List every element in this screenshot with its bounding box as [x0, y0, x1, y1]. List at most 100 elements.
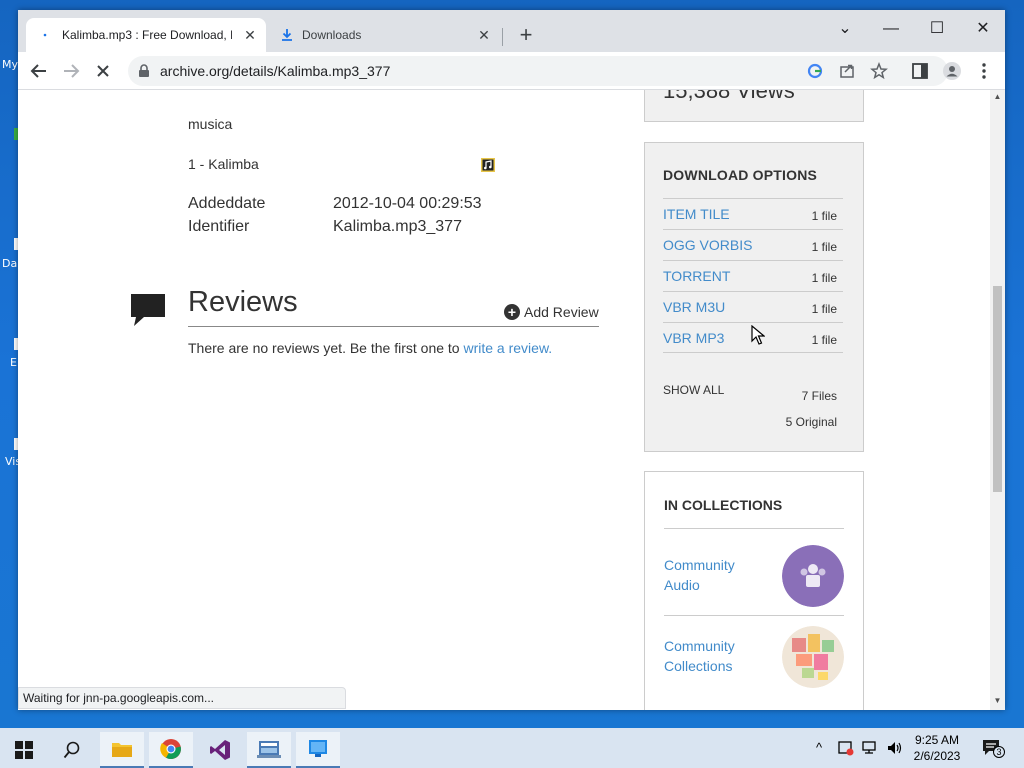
app-window-button[interactable] [296, 732, 340, 768]
status-text: Waiting for jnn-pa.googleapis.com... [23, 691, 214, 705]
collection-link-community-audio[interactable]: Community Audio [664, 555, 764, 595]
collection-name-line: Collections [664, 658, 733, 674]
download-format-link[interactable]: TORRENT [663, 268, 730, 284]
tab-title: Kalimba.mp3 : Free Download, Bo [62, 28, 232, 42]
download-option-row[interactable]: ITEM TILE 1 file [663, 198, 843, 229]
profile-avatar-icon[interactable] [942, 61, 962, 81]
search-button[interactable] [50, 732, 94, 768]
browser-toolbar: archive.org/details/Kalimba.mp3_377 [18, 52, 1005, 90]
speech-bubble-icon [131, 294, 165, 326]
arrow-right-icon [64, 64, 80, 78]
tab-kalimba[interactable]: Kalimba.mp3 : Free Download, Bo ✕ [26, 18, 266, 52]
collections-divider [664, 615, 844, 616]
tab-search-button[interactable]: ⌄ [822, 14, 868, 44]
file-explorer-button[interactable] [100, 732, 144, 768]
status-bar: Waiting for jnn-pa.googleapis.com... [18, 687, 346, 709]
clock-date: 2/6/2023 [913, 749, 961, 763]
download-format-link[interactable]: OGG VORBIS [663, 237, 752, 253]
meta-value-identifier: Kalimba.mp3_377 [333, 218, 462, 235]
app-window-button[interactable] [247, 732, 291, 768]
visual-studio-icon [210, 740, 230, 760]
arrow-left-icon [30, 64, 46, 78]
control-panel-icon [257, 741, 281, 758]
collection-link-community-collections[interactable]: Community Collections [664, 636, 764, 676]
scrollbar-thumb[interactable] [993, 286, 1002, 492]
notification-center-button[interactable]: 3 [982, 738, 1005, 758]
plus-circle-icon: + [504, 304, 520, 320]
new-tab-button[interactable]: + [514, 24, 538, 46]
desktop-icon-label[interactable]: My [2, 58, 18, 71]
scroll-down-arrow[interactable]: ▼ [993, 696, 1002, 705]
community-collections-thumbnail[interactable] [782, 626, 844, 688]
subject-text: musica [188, 116, 233, 132]
download-format-link[interactable]: VBR MP3 [663, 330, 724, 346]
original-files-count: 5 Original [785, 415, 837, 429]
collections-panel: IN COLLECTIONS Community Audio Community… [644, 471, 864, 710]
desktop-icon-label[interactable]: Da [2, 257, 17, 270]
collection-name-line: Community [664, 638, 735, 654]
side-panel-icon[interactable] [910, 61, 930, 81]
tab-strip: Kalimba.mp3 : Free Download, Bo ✕ Downlo… [18, 10, 1005, 52]
collection-name-line: Community [664, 557, 735, 573]
security-alert-icon[interactable] [838, 740, 854, 756]
audio-file-icon[interactable] [481, 158, 495, 172]
write-review-link[interactable]: write a review. [463, 340, 552, 356]
tab-downloads[interactable]: Downloads ✕ [268, 18, 500, 52]
close-window-button[interactable]: ✕ [960, 14, 1006, 44]
download-option-row[interactable]: OGG VORBIS 1 file [663, 229, 843, 260]
network-icon[interactable] [862, 740, 880, 756]
no-reviews-text: There are no reviews yet. Be the first o… [188, 340, 464, 356]
forward-button[interactable] [60, 60, 82, 82]
back-button[interactable] [28, 60, 50, 82]
mouse-cursor-icon [751, 325, 765, 345]
download-file-count: 1 file [811, 240, 837, 254]
loading-spinner-icon [43, 33, 47, 37]
download-options-heading: DOWNLOAD OPTIONS [663, 167, 818, 183]
share-icon[interactable] [838, 62, 856, 80]
volume-icon[interactable] [886, 740, 902, 756]
close-tab-icon[interactable]: ✕ [242, 27, 258, 44]
search-icon [63, 741, 80, 759]
menu-kebab-icon[interactable] [974, 61, 994, 81]
download-option-row[interactable]: VBR M3U 1 file [663, 291, 843, 322]
desktop-icon-label[interactable]: E [10, 356, 17, 369]
url-text[interactable]: archive.org/details/Kalimba.mp3_377 [160, 63, 390, 79]
address-bar[interactable]: archive.org/details/Kalimba.mp3_377 [128, 56, 948, 86]
folder-icon [112, 743, 132, 757]
visual-studio-button[interactable] [198, 732, 242, 768]
vertical-scrollbar[interactable]: ▲ ▼ [990, 90, 1005, 710]
reviews-heading: Reviews [188, 286, 298, 318]
collection-name-line: Audio [664, 577, 700, 593]
track-text: 1 - Kalimba [188, 156, 259, 172]
taskbar: ^ 9:25 AM 2/6/2023 3 [0, 728, 1024, 768]
download-option-row[interactable]: TORRENT 1 file [663, 260, 843, 291]
download-file-count: 1 file [811, 302, 837, 316]
google-translate-icon[interactable] [806, 62, 824, 80]
download-file-count: 1 file [811, 209, 837, 223]
bookmark-star-icon[interactable] [870, 62, 888, 80]
stop-loading-button[interactable] [92, 60, 114, 82]
views-box: 15,388 Views [644, 90, 864, 122]
monitor-icon [309, 740, 327, 757]
download-format-link[interactable]: VBR M3U [663, 299, 725, 315]
download-icon [282, 29, 292, 41]
add-review-button[interactable]: + Add Review [504, 304, 599, 320]
tab-separator [502, 28, 503, 46]
scroll-up-arrow[interactable]: ▲ [993, 92, 1002, 101]
chrome-icon [160, 739, 181, 759]
show-hidden-icons-chevron[interactable]: ^ [816, 740, 822, 755]
lock-icon[interactable] [138, 64, 150, 78]
clock-time: 9:25 AM [914, 733, 960, 747]
download-options-panel: DOWNLOAD OPTIONS ITEM TILE 1 file OGG VO… [644, 142, 864, 452]
minimize-button[interactable]: — [868, 14, 914, 44]
page-content: musica 1 - Kalimba Addeddate 2012-10-04 … [18, 90, 990, 710]
download-format-link[interactable]: ITEM TILE [663, 206, 730, 222]
taskbar-clock[interactable]: 9:25 AM 2/6/2023 [902, 732, 972, 764]
chrome-button[interactable] [149, 732, 193, 768]
start-button[interactable] [2, 732, 46, 768]
maximize-button[interactable]: ☐ [914, 14, 960, 44]
meta-key-addeddate: Addeddate [188, 195, 266, 212]
close-tab-icon[interactable]: ✕ [476, 27, 492, 44]
show-all-link[interactable]: SHOW ALL [663, 383, 724, 397]
community-audio-thumbnail[interactable] [782, 545, 844, 607]
